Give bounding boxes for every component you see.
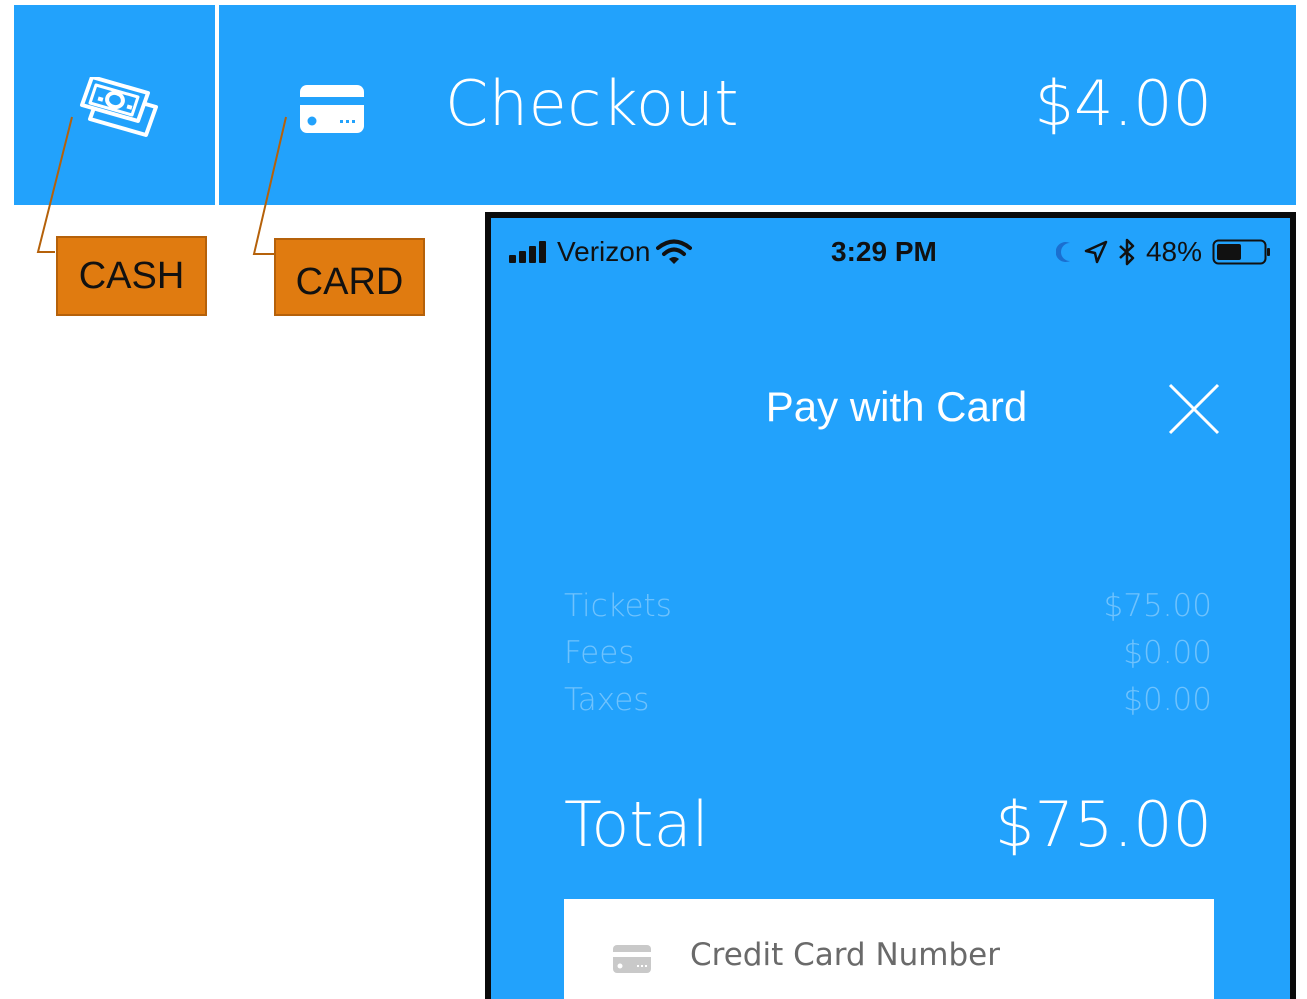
- card-callout-label: CARD: [274, 238, 425, 316]
- cash-payment-tile[interactable]: [14, 5, 215, 205]
- checkout-bar: Checkout $4.00: [219, 5, 1296, 205]
- checkout-title: Checkout: [445, 67, 740, 140]
- line-item-value: $0.00: [1123, 682, 1212, 718]
- phone-pay-with-card-screen: Verizon 3:29 PM 48% Pay with Card Ticket…: [485, 212, 1296, 999]
- location-arrow-icon: [1084, 240, 1108, 264]
- cash-callout-label: CASH: [56, 236, 207, 316]
- checkout-amount: $4.00: [1034, 67, 1213, 140]
- line-item-value: $0.00: [1123, 635, 1212, 671]
- battery-icon: [1212, 239, 1270, 265]
- moon-icon: [1055, 242, 1070, 262]
- total-label: Total: [564, 788, 709, 861]
- card-icon: [613, 945, 651, 973]
- card-icon[interactable]: [298, 83, 366, 135]
- cash-icon: [80, 77, 158, 137]
- line-item-tickets: Tickets $75.00: [564, 588, 1212, 624]
- line-item-fees: Fees $0.00: [564, 635, 1212, 671]
- credit-card-field[interactable]: [564, 899, 1214, 999]
- close-icon[interactable]: [1167, 382, 1221, 436]
- line-item-taxes: Taxes $0.00: [564, 682, 1212, 718]
- status-carrier: Verizon: [509, 236, 693, 268]
- line-item-value: $75.00: [1103, 588, 1212, 624]
- total-row: Total $75.00: [564, 788, 1212, 861]
- battery-percent: 48%: [1145, 236, 1202, 267]
- credit-card-number-input[interactable]: [690, 937, 1170, 973]
- line-item-label: Tickets: [564, 588, 672, 624]
- total-value: $75.00: [995, 788, 1212, 861]
- line-item-label: Taxes: [564, 682, 650, 718]
- line-item-label: Fees: [564, 635, 635, 671]
- carrier-name: Verizon: [557, 236, 651, 267]
- status-time: 3:29 PM: [831, 236, 937, 267]
- bluetooth-icon: [1119, 238, 1135, 266]
- wifi-icon: [656, 239, 693, 264]
- signal-icon: [509, 241, 546, 263]
- status-right-indicators: 48%: [1055, 236, 1272, 268]
